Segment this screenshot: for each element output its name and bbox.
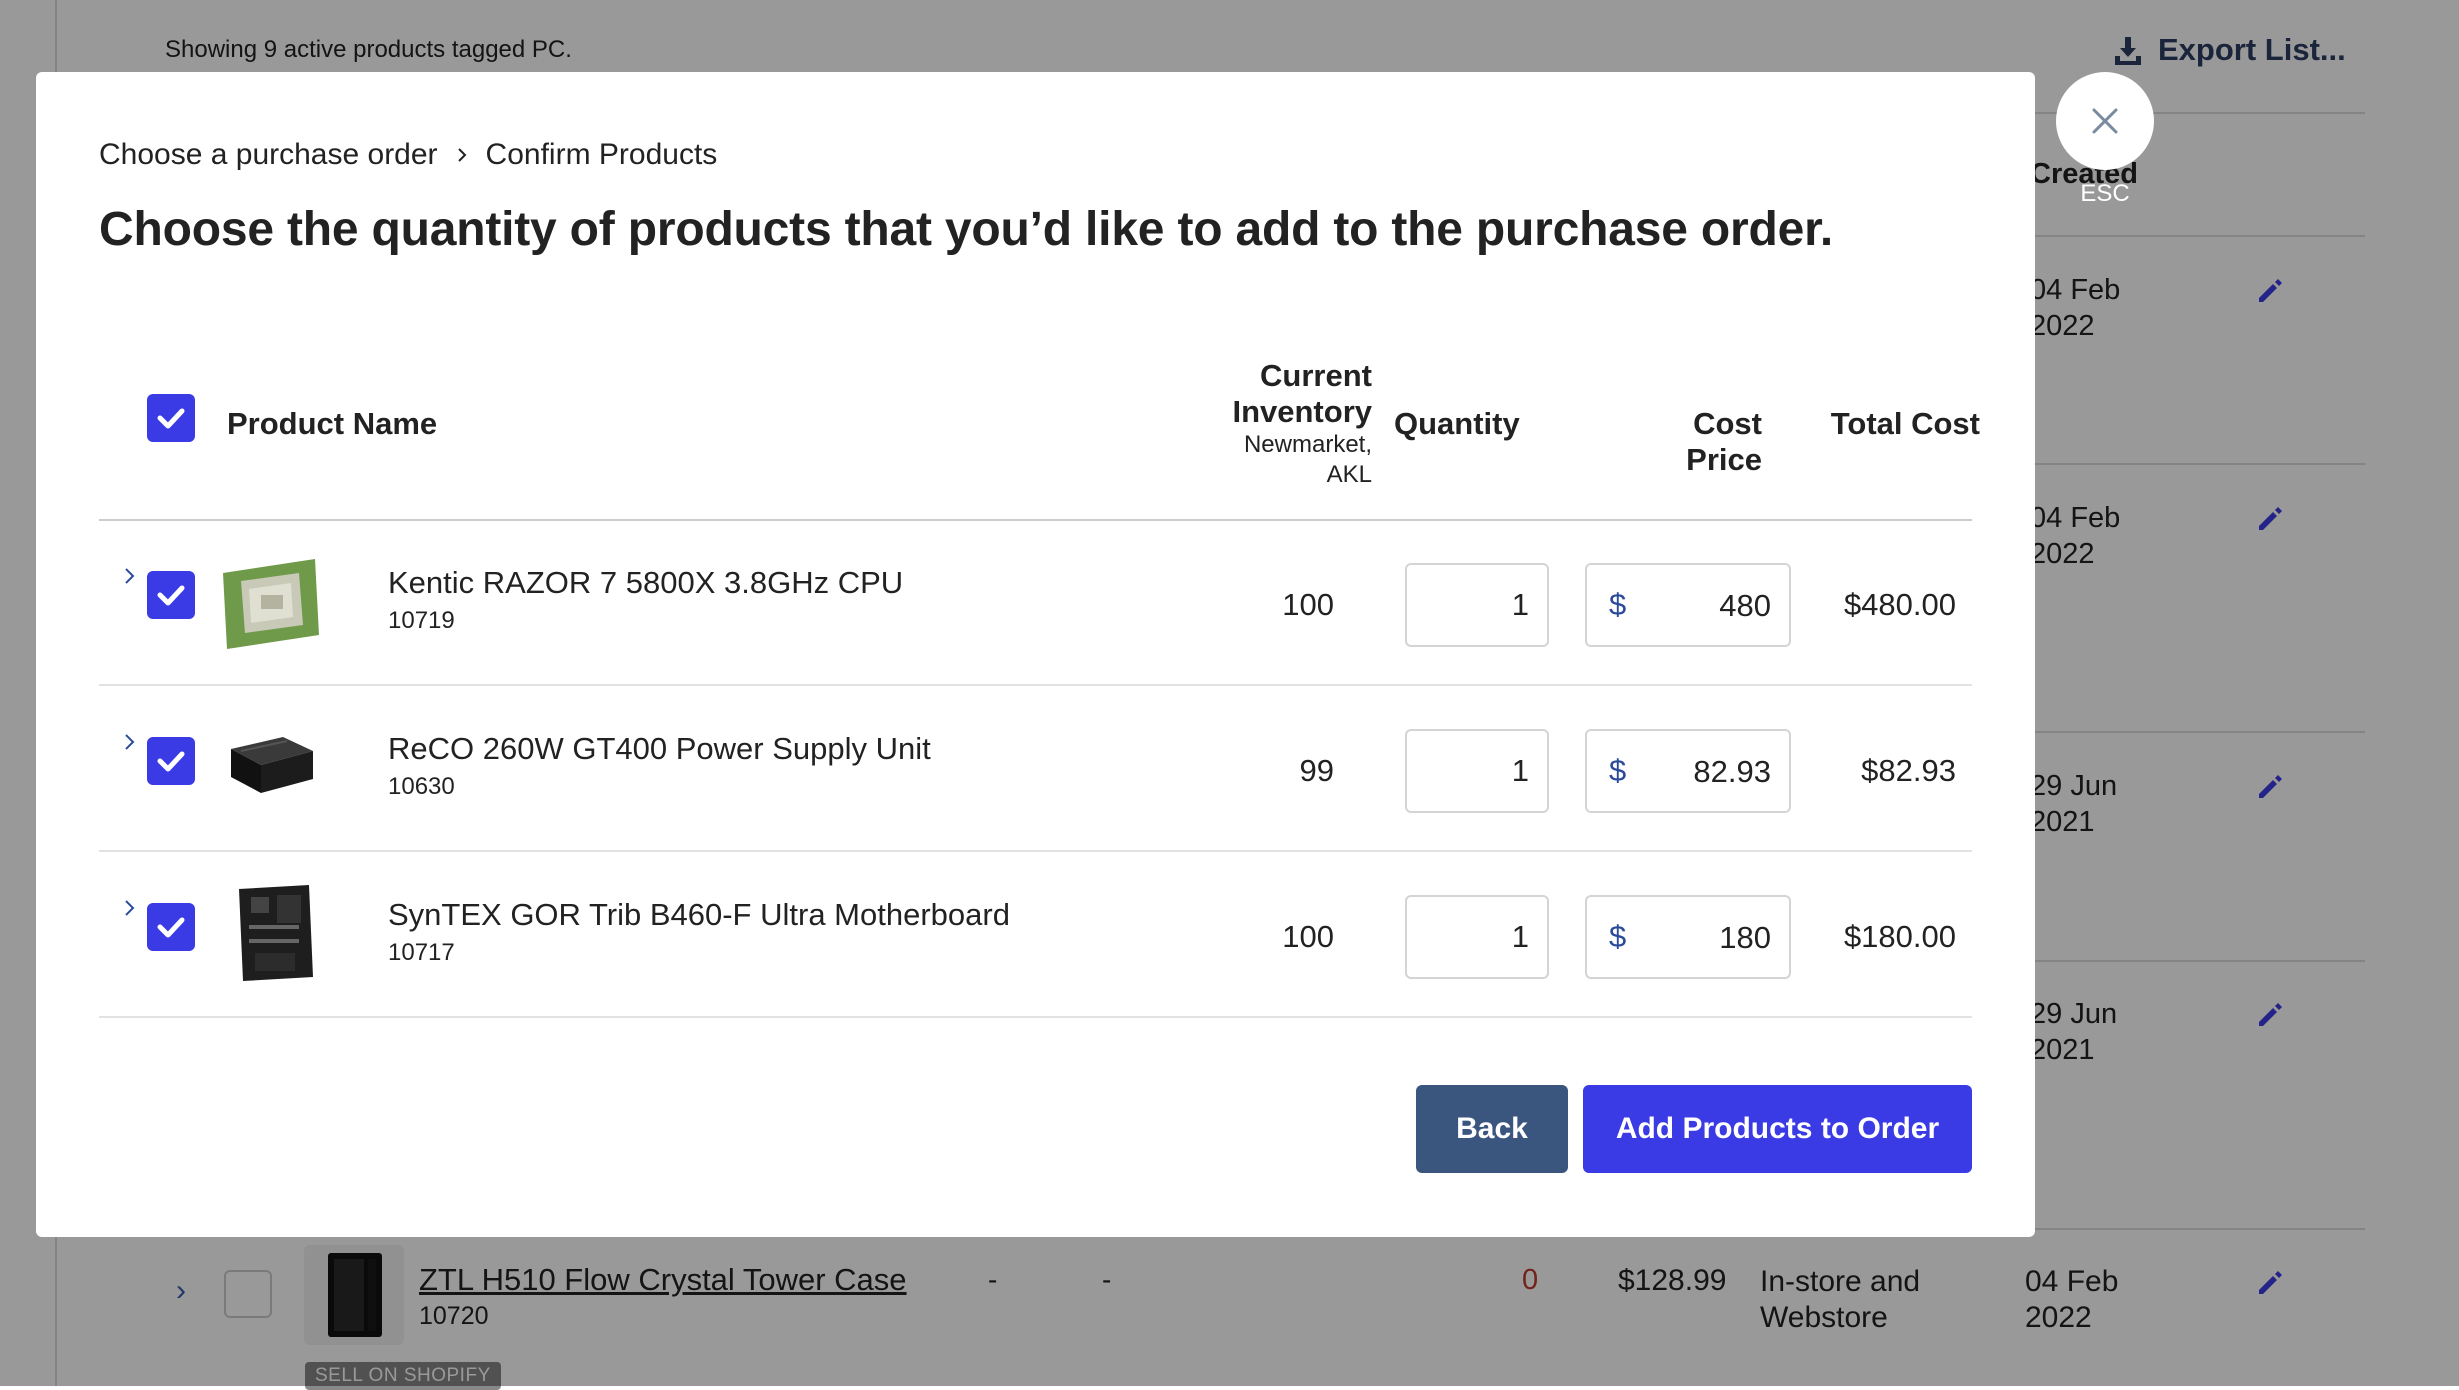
row-rule (99, 1016, 1972, 1018)
checkmark-icon (157, 751, 185, 772)
select-all-checkbox[interactable] (147, 394, 195, 442)
cost-price-input[interactable] (1649, 911, 1773, 965)
header-cost-price: Cost Price (1686, 406, 1762, 477)
checkmark-icon (157, 585, 185, 606)
row-checkbox[interactable] (147, 737, 195, 785)
breadcrumb: Choose a purchase order Confirm Products (99, 138, 717, 172)
breadcrumb-step-confirm: Confirm Products (485, 138, 718, 171)
product-name: Kentic RAZOR 7 5800X 3.8GHz CPU (388, 565, 904, 600)
total-cost-value: $82.93 (1861, 753, 1956, 788)
quantity-input[interactable] (1405, 729, 1549, 813)
table-row: Kentic RAZOR 7 5800X 3.8GHz CPU 10719 10… (99, 521, 1972, 686)
chevron-right-icon[interactable] (119, 731, 141, 753)
chevron-right-icon (457, 148, 466, 162)
close-modal-button[interactable] (2056, 72, 2154, 170)
product-name: ReCO 260W GT400 Power Supply Unit (388, 731, 931, 766)
table-row: SynTEX GOR Trib B460-F Ultra Motherboard… (99, 853, 1972, 1018)
row-rule (99, 850, 1972, 852)
product-sku: 10717 (388, 939, 455, 966)
product-sku: 10719 (388, 607, 455, 634)
header-product-name: Product Name (227, 406, 438, 441)
cost-price-field[interactable]: $ (1585, 563, 1791, 647)
breadcrumb-step-choose-po[interactable]: Choose a purchase order (99, 138, 438, 172)
currency-symbol: $ (1609, 753, 1627, 788)
modal-title: Choose the quantity of products that you… (99, 203, 1834, 256)
back-button[interactable]: Back (1416, 1085, 1568, 1173)
cost-price-input[interactable] (1649, 745, 1773, 799)
chevron-right-icon[interactable] (119, 565, 141, 587)
total-cost-value: $480.00 (1843, 587, 1956, 622)
header-quantity: Quantity (1394, 406, 1520, 441)
currency-symbol: $ (1609, 919, 1627, 954)
row-checkbox[interactable] (147, 903, 195, 951)
checkmark-icon (157, 408, 185, 429)
current-inventory-value: 100 (1282, 587, 1334, 622)
header-inventory-location: Newmarket, AKL (1243, 431, 1372, 488)
chevron-right-icon[interactable] (119, 897, 141, 919)
product-sku: 10630 (388, 773, 455, 800)
cost-price-input[interactable] (1649, 579, 1773, 633)
currency-symbol: $ (1609, 587, 1627, 622)
checkmark-icon (157, 917, 185, 938)
header-current-inventory: Current Inventory (1232, 358, 1372, 429)
cost-price-field[interactable]: $ (1585, 895, 1791, 979)
purchase-order-modal: Choose a purchase order Confirm Products… (36, 72, 2035, 1237)
row-checkbox[interactable] (147, 571, 195, 619)
header-total-cost: Total Cost (1830, 406, 1980, 441)
cpu-thumbnail-icon (223, 559, 319, 649)
product-name: SynTEX GOR Trib B460-F Ultra Motherboard (388, 897, 1010, 932)
esc-shortcut-label: ESC (2080, 180, 2130, 207)
current-inventory-value: 100 (1282, 919, 1334, 954)
table-row: ReCO 260W GT400 Power Supply Unit 10630 … (99, 687, 1972, 852)
row-rule (99, 684, 1972, 686)
current-inventory-value: 99 (1299, 753, 1334, 788)
quantity-input[interactable] (1405, 895, 1549, 979)
close-icon (2092, 108, 2118, 134)
add-products-to-order-button[interactable]: Add Products to Order (1583, 1085, 1972, 1173)
motherboard-thumbnail-icon (239, 885, 313, 981)
quantity-input[interactable] (1405, 563, 1549, 647)
total-cost-value: $180.00 (1843, 919, 1956, 954)
cost-price-field[interactable]: $ (1585, 729, 1791, 813)
psu-thumbnail-icon (231, 737, 313, 793)
